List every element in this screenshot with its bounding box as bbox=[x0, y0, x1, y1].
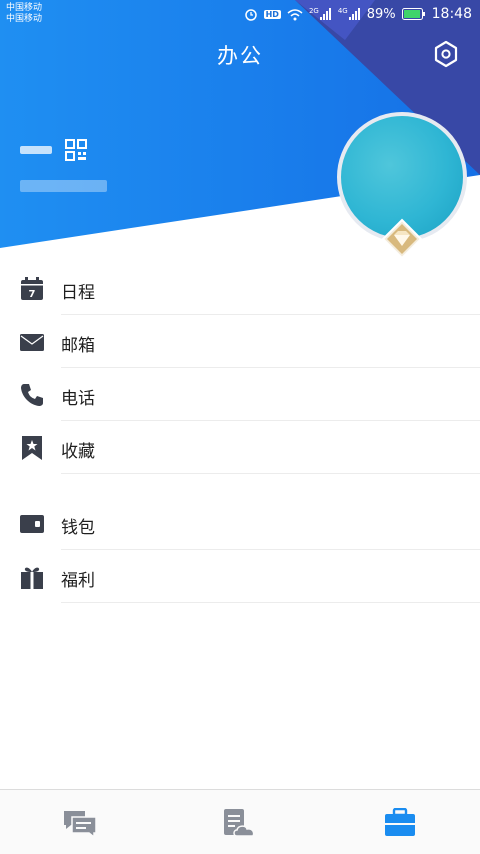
calendar-day: 7 bbox=[29, 289, 36, 300]
menu-item-wallet[interactable]: 钱包 bbox=[0, 497, 480, 550]
diamond-badge-icon bbox=[381, 218, 423, 260]
menu-label-favorites: 收藏 bbox=[61, 442, 95, 462]
menu-item-benefits[interactable]: 福利 bbox=[0, 550, 480, 603]
battery-percent: 89% bbox=[366, 6, 396, 22]
carrier-info: 中国移动 中国移动 bbox=[6, 3, 42, 25]
cloud-document-icon[interactable] bbox=[223, 808, 257, 838]
network-4g-label: 4G bbox=[337, 7, 348, 15]
clock: 18:48 bbox=[431, 6, 472, 22]
wallet-icon bbox=[20, 515, 44, 533]
menu-item-schedule[interactable]: 7 日程 bbox=[0, 262, 480, 315]
divider bbox=[61, 602, 480, 603]
qr-code-icon[interactable] bbox=[65, 139, 87, 161]
bookmark-star-icon bbox=[22, 436, 42, 460]
divider bbox=[61, 473, 480, 474]
chat-bubbles-icon[interactable] bbox=[63, 808, 97, 838]
signal-icon-2 bbox=[348, 8, 360, 20]
calendar-icon: 7 bbox=[21, 277, 43, 300]
network-2g-label: 2G bbox=[308, 7, 319, 15]
bottom-navigation bbox=[0, 789, 480, 854]
menu-list: 7 日程 邮箱 电话 收藏 钱包 福利 bbox=[0, 262, 480, 603]
mail-icon bbox=[20, 334, 44, 351]
username-blurred bbox=[20, 146, 52, 154]
menu-label-phone: 电话 bbox=[61, 389, 95, 409]
briefcase-icon[interactable] bbox=[383, 808, 417, 838]
page-title: 办公 bbox=[217, 44, 263, 68]
menu-item-mailbox[interactable]: 邮箱 bbox=[0, 315, 480, 368]
menu-item-phone[interactable]: 电话 bbox=[0, 368, 480, 421]
status-bar: 中国移动 中国移动 HD 2G 4G 89% 18:48 bbox=[0, 0, 480, 30]
battery-icon bbox=[401, 8, 425, 20]
menu-label-wallet: 钱包 bbox=[61, 518, 95, 538]
hd-badge: HD bbox=[263, 9, 281, 19]
status-icons: HD 2G 4G 89% 18:48 bbox=[244, 5, 472, 23]
user-id-blurred bbox=[20, 180, 107, 192]
menu-label-mailbox: 邮箱 bbox=[61, 336, 95, 356]
signal-icon-1 bbox=[319, 8, 331, 20]
menu-label-schedule: 日程 bbox=[61, 283, 95, 303]
menu-label-benefits: 福利 bbox=[61, 571, 95, 591]
hexagon-settings-icon[interactable] bbox=[432, 40, 460, 68]
carrier-label-1: 中国移动 bbox=[6, 3, 43, 13]
alarm-icon bbox=[244, 9, 257, 21]
carrier-label-2: 中国移动 bbox=[6, 14, 43, 24]
menu-item-favorites[interactable]: 收藏 bbox=[0, 421, 480, 474]
phone-icon bbox=[21, 384, 43, 406]
gift-icon bbox=[21, 567, 43, 589]
wifi-icon bbox=[287, 8, 303, 20]
